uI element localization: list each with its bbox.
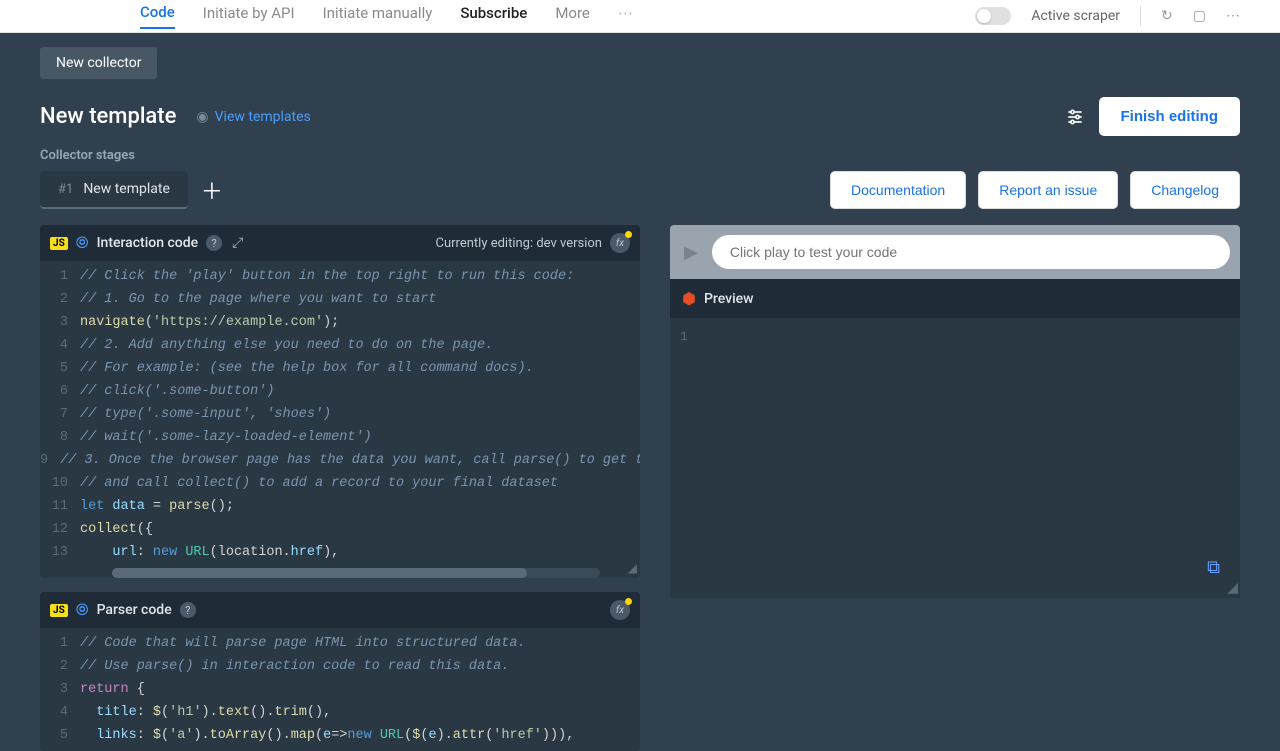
code-line[interactable]: 13 url: new URL(location.href),: [40, 541, 640, 564]
editing-version-label: Currently editing: dev version: [436, 236, 602, 251]
collector-badge: New collector: [40, 47, 157, 79]
help-icon[interactable]: ?: [180, 602, 196, 618]
finish-editing-button[interactable]: Finish editing: [1099, 97, 1241, 136]
parser-panel: JS ⦾ Parser code ? fx 1// Code that will…: [40, 592, 640, 751]
preview-body: 1 ⧉ ◢: [670, 318, 1240, 598]
tab-initiate-api[interactable]: Initiate by API: [203, 4, 295, 28]
code-line[interactable]: 2// 1. Go to the page where you want to …: [40, 288, 640, 311]
parser-editor[interactable]: 1// Code that will parse page HTML into …: [40, 628, 640, 751]
view-templates-link[interactable]: ◉ View templates: [196, 109, 310, 125]
stage-name: New template: [83, 181, 170, 197]
code-line[interactable]: 9// 3. Once the browser page has the dat…: [40, 449, 640, 472]
refresh-icon[interactable]: ↻: [1161, 8, 1173, 24]
tabs: Code Initiate by API Initiate manually S…: [140, 3, 633, 29]
js-badge-icon: JS: [50, 237, 68, 250]
page-title: New template: [40, 104, 176, 129]
scrollbar[interactable]: [112, 568, 600, 578]
comment-icon[interactable]: ▢: [1193, 8, 1206, 24]
settings-icon[interactable]: [1065, 107, 1085, 127]
fx-badge-icon[interactable]: fx: [610, 233, 630, 253]
play-bar: ▶: [670, 225, 1240, 279]
code-line[interactable]: 10// and call collect() to add a record …: [40, 472, 640, 495]
add-stage-button[interactable]: ＋: [200, 178, 224, 202]
code-line[interactable]: 4 title: $('h1').text().trim(),: [40, 701, 640, 724]
play-button[interactable]: ▶: [680, 242, 702, 263]
tab-more[interactable]: More: [555, 4, 590, 28]
html5-icon: ⬢: [682, 289, 696, 308]
code-line[interactable]: 11let data = parse();: [40, 495, 640, 518]
tab-code[interactable]: Code: [140, 3, 175, 29]
code-line[interactable]: 8// wait('.some-lazy-loaded-element'): [40, 426, 640, 449]
copy-icon[interactable]: ⧉: [1207, 557, 1220, 578]
interaction-title: Interaction code: [97, 235, 199, 251]
expand-icon[interactable]: ⤢: [232, 235, 243, 251]
jquery-icon: ⦾: [76, 233, 89, 253]
preview-line-number: 1: [680, 329, 688, 344]
resize-handle[interactable]: ◢: [1227, 580, 1238, 596]
jquery-icon: ⦾: [76, 600, 89, 620]
resize-handle[interactable]: ◢: [628, 561, 637, 575]
view-templates-label: View templates: [215, 109, 311, 125]
code-line[interactable]: 6// click('.some-button'): [40, 380, 640, 403]
compass-icon: ◉: [196, 109, 208, 125]
parser-title: Parser code: [97, 602, 172, 618]
code-line[interactable]: 12collect({: [40, 518, 640, 541]
code-line[interactable]: 5// For example: (see the help box for a…: [40, 357, 640, 380]
tab-initiate-manual[interactable]: Initiate manually: [323, 4, 433, 28]
help-icon[interactable]: ?: [206, 235, 222, 251]
code-line[interactable]: 1// Click the 'play' button in the top r…: [40, 265, 640, 288]
changelog-button[interactable]: Changelog: [1130, 171, 1240, 209]
divider: [1140, 6, 1141, 26]
overflow-icon[interactable]: ⋯: [1226, 8, 1240, 24]
tab-subscribe[interactable]: Subscribe: [460, 4, 527, 28]
top-tabbar: Code Initiate by API Initiate manually S…: [0, 0, 1280, 33]
code-line[interactable]: 7// type('.some-input', 'shoes'): [40, 403, 640, 426]
stages-label: Collector stages: [0, 148, 1280, 171]
toggle-label: Active scraper: [1031, 8, 1120, 24]
code-line[interactable]: 3navigate('https://example.com');: [40, 311, 640, 334]
code-line[interactable]: 1// Code that will parse page HTML into …: [40, 632, 640, 655]
stage-number: #1: [58, 182, 73, 197]
code-line[interactable]: 3return {: [40, 678, 640, 701]
preview-title: Preview: [704, 291, 754, 307]
play-input[interactable]: [712, 235, 1230, 269]
fx-badge-icon[interactable]: fx: [610, 600, 630, 620]
report-issue-button[interactable]: Report an issue: [978, 171, 1118, 209]
interaction-panel: JS ⦾ Interaction code ? ⤢ Currently edit…: [40, 225, 640, 578]
code-line[interactable]: 4// 2. Add anything else you need to do …: [40, 334, 640, 357]
more-dots-icon[interactable]: ⋯: [618, 4, 633, 28]
documentation-button[interactable]: Documentation: [830, 171, 966, 209]
active-scraper-toggle[interactable]: [975, 7, 1011, 25]
code-line[interactable]: 5 links: $('a').toArray().map(e=>new URL…: [40, 724, 640, 747]
js-badge-icon: JS: [50, 604, 68, 617]
stage-pill[interactable]: #1 New template: [40, 171, 188, 209]
code-line[interactable]: 2// Use parse() in interaction code to r…: [40, 655, 640, 678]
interaction-editor[interactable]: 1// Click the 'play' button in the top r…: [40, 261, 640, 568]
